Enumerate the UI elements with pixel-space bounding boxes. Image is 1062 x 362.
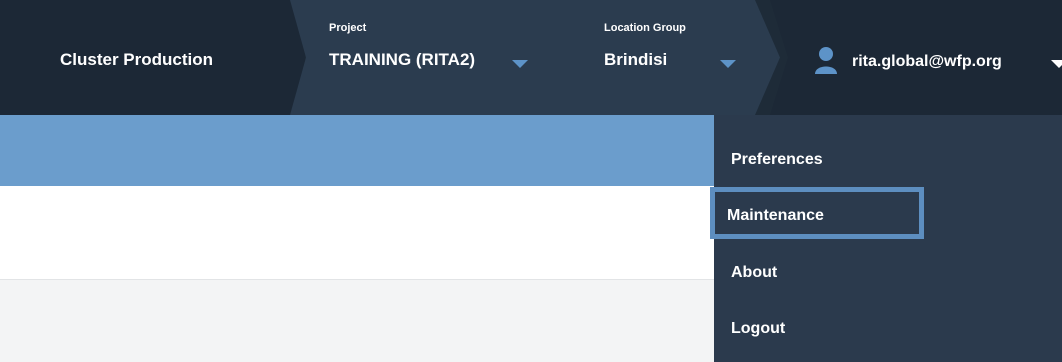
top-navigation-bar: Cluster Production Project TRAINING (RIT… [0, 0, 1062, 115]
chevron-down-icon[interactable] [1051, 60, 1062, 68]
content-panel [0, 186, 714, 280]
cluster-name[interactable]: Cluster Production [60, 50, 213, 70]
menu-item-maintenance[interactable]: Maintenance [710, 187, 924, 239]
menu-item-logout[interactable]: Logout [714, 301, 1062, 357]
location-group-segment [570, 0, 780, 115]
user-email[interactable]: rita.global@wfp.org [852, 53, 1002, 71]
location-group-value[interactable]: Brindisi [604, 50, 667, 70]
chevron-down-icon[interactable] [512, 60, 528, 68]
page-header-band [0, 115, 714, 186]
location-group-label: Location Group [604, 22, 686, 34]
menu-item-preferences[interactable]: Preferences [714, 132, 1062, 188]
menu-item-about[interactable]: About [714, 245, 1062, 301]
project-label: Project [329, 22, 367, 34]
project-value[interactable]: TRAINING (RITA2) [329, 50, 475, 70]
user-icon [815, 47, 837, 74]
content-area [0, 280, 714, 362]
user-dropdown-menu: Preferences Maintenance About Logout [710, 115, 1062, 362]
chevron-down-icon[interactable] [720, 60, 736, 68]
